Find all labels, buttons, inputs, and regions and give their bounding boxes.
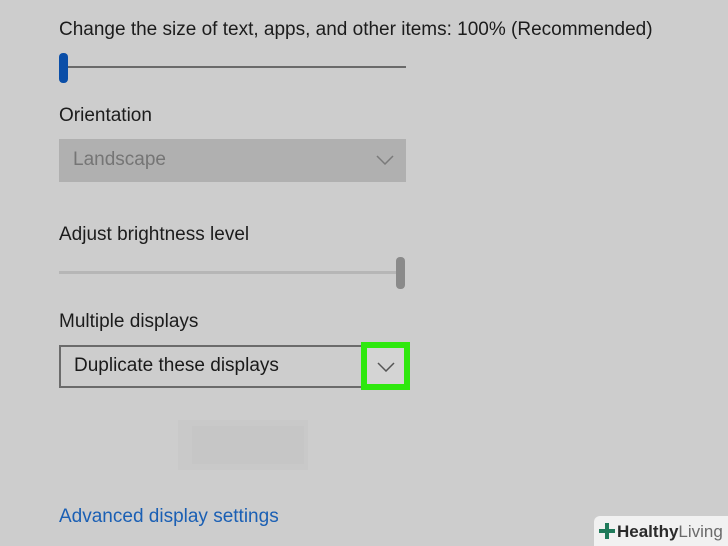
dropdown-arrow-button[interactable] [367,348,404,384]
faded-apply-button [178,420,308,470]
scale-slider-track[interactable] [62,66,406,68]
scale-slider-thumb[interactable] [59,53,68,83]
watermark-text: HealthyLiving [617,522,723,542]
brightness-slider-track[interactable] [59,271,404,274]
scale-label: Change the size of text, apps, and other… [59,19,653,40]
plus-cross-icon [599,523,615,539]
chevron-down-icon [377,362,395,372]
dropdown-arrow-highlight[interactable] [361,342,410,390]
orientation-dropdown[interactable]: Landscape [59,139,406,182]
watermark-brand-bold: Healthy [617,522,679,541]
brightness-label: Adjust brightness level [59,224,250,245]
multiple-displays-dropdown-value: Duplicate these displays [74,355,279,376]
watermark-brand-light: Living [678,522,723,541]
orientation-label: Orientation [59,105,152,126]
multiple-displays-dropdown[interactable]: Duplicate these displays [59,345,406,388]
brightness-slider-thumb[interactable] [396,257,405,289]
healthy-living-watermark: HealthyLiving [594,516,728,546]
chevron-down-icon [376,155,394,165]
advanced-display-settings-link[interactable]: Advanced display settings [59,506,279,528]
orientation-dropdown-value: Landscape [73,149,166,170]
multiple-displays-label: Multiple displays [59,311,199,332]
faded-button-inner [192,426,304,464]
